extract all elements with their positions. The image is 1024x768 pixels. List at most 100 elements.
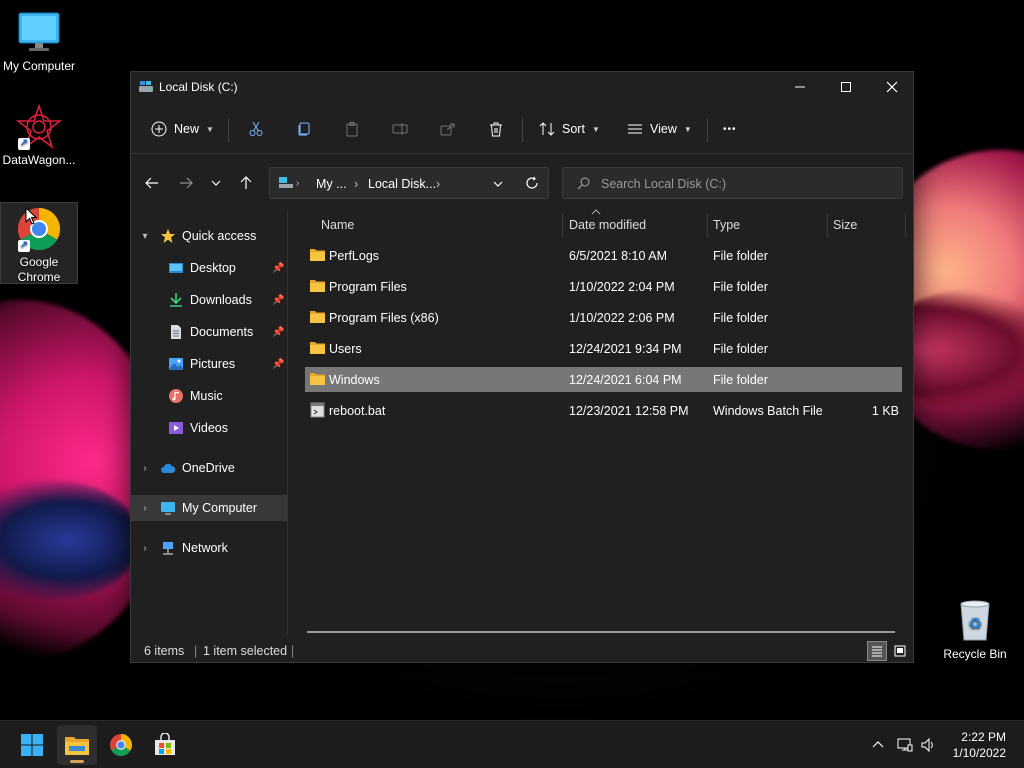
file-type: File folder: [713, 280, 768, 294]
column-divider[interactable]: [562, 213, 563, 237]
cut-button[interactable]: [248, 112, 264, 146]
desktop-icon-label: My Computer: [2, 59, 76, 73]
document-icon: [171, 325, 181, 339]
file-row[interactable]: Windows 12/24/2021 6:04 PM File folder: [305, 367, 902, 392]
file-row[interactable]: Program Files (x86) 1/10/2022 2:06 PM File…: [305, 305, 902, 330]
file-date-modified: 6/5/2021 8:10 AM: [569, 249, 667, 263]
file-row[interactable]: Users 12/24/2021 9:34 PM File folder: [305, 336, 902, 361]
nav-label: Documents: [190, 325, 254, 339]
music-icon: [169, 389, 183, 403]
column-divider[interactable]: [905, 213, 906, 237]
taskbar-file-explorer[interactable]: [57, 725, 97, 765]
paste-button[interactable]: [344, 112, 360, 146]
column-divider[interactable]: [827, 213, 828, 237]
taskbar: 2:22 PM 1/10/2022: [0, 720, 1024, 768]
chevron-right-icon: ›: [143, 542, 147, 554]
close-button[interactable]: [869, 72, 915, 102]
column-header-date-modified[interactable]: Date modified: [569, 211, 646, 239]
nav-pictures[interactable]: Pictures 📌: [131, 351, 287, 377]
thumbnail-view-button[interactable]: [890, 641, 910, 661]
rename-button[interactable]: [392, 112, 408, 146]
maximize-button[interactable]: [823, 72, 869, 102]
nav-label: Quick access: [182, 229, 257, 243]
taskbar-google-chrome[interactable]: [101, 725, 141, 765]
column-header-name[interactable]: Name: [321, 211, 354, 239]
trash-icon: [490, 122, 502, 137]
nav-videos[interactable]: Videos: [131, 415, 287, 441]
scissors-icon: [249, 121, 263, 136]
search-input[interactable]: [601, 175, 891, 193]
toolbar-divider: [522, 118, 523, 142]
address-bar[interactable]: › My ... › Local Disk... ›: [269, 167, 549, 199]
desktop-icon-google-chrome[interactable]: ↗ Google Chrome: [0, 202, 78, 284]
nav-label: Desktop: [190, 261, 236, 275]
nav-downloads[interactable]: Downloads 📌: [131, 287, 287, 313]
chevron-down-icon: ▼: [206, 124, 214, 134]
sort-button-label: Sort: [562, 122, 585, 136]
desktop-icon-recycle-bin[interactable]: ♻ Recycle Bin: [936, 598, 1014, 662]
file-row[interactable]: PerfLogs 6/5/2021 8:10 AM File folder: [305, 243, 902, 268]
view-button-label: View: [650, 122, 677, 136]
file-row[interactable]: Program Files 1/10/2022 2:04 PM File folde…: [305, 274, 902, 299]
file-date-modified: 1/10/2022 2:04 PM: [569, 280, 675, 294]
star-icon: [161, 229, 175, 243]
nav-documents[interactable]: Documents 📌: [131, 319, 287, 345]
arrow-left-icon: [145, 177, 158, 189]
title-bar[interactable]: Local Disk (C:): [131, 72, 913, 102]
back-button[interactable]: [139, 170, 165, 196]
new-button[interactable]: New ▼: [151, 112, 214, 146]
system-clock[interactable]: 2:22 PM 1/10/2022: [953, 729, 1006, 761]
horizontal-scrollbar[interactable]: [307, 631, 895, 633]
column-header-type[interactable]: Type: [713, 211, 740, 239]
more-options-button[interactable]: •••: [723, 112, 737, 146]
start-button[interactable]: [12, 725, 52, 765]
search-box[interactable]: [562, 167, 903, 199]
pin-icon: 📌: [272, 294, 285, 306]
svg-text:♻: ♻: [968, 614, 982, 633]
recent-locations-button[interactable]: [203, 170, 229, 196]
ethernet-icon: [897, 738, 913, 752]
speaker-icon: [921, 737, 933, 753]
column-header-size[interactable]: Size: [833, 211, 857, 239]
file-date-modified: 12/24/2021 6:04 PM: [569, 373, 682, 387]
file-name: Program Files (x86): [329, 311, 439, 325]
network-status-button[interactable]: [895, 735, 915, 755]
show-hidden-icons-button[interactable]: [868, 735, 888, 755]
download-icon: [170, 293, 182, 307]
sort-button[interactable]: Sort ▼: [539, 112, 600, 146]
paste-icon: [346, 122, 358, 137]
nav-desktop[interactable]: Desktop 📌: [131, 255, 287, 281]
navigation-pane: ▾ Quick access Desktop 📌 Downloads 📌 Doc…: [131, 211, 288, 635]
taskbar-microsoft-store[interactable]: [145, 725, 185, 765]
delete-button[interactable]: [488, 112, 504, 146]
column-divider[interactable]: [707, 213, 708, 237]
monitor-icon: [16, 10, 62, 56]
nav-my-computer[interactable]: › My Computer: [131, 495, 287, 521]
up-button[interactable]: [233, 170, 259, 196]
desktop-icon-datawagon[interactable]: ↗ DataWagon...: [0, 103, 78, 168]
pin-icon: 📌: [272, 326, 285, 338]
forward-button[interactable]: [173, 170, 199, 196]
nav-music[interactable]: Music: [131, 383, 287, 409]
file-date-modified: 1/10/2022 2:06 PM: [569, 311, 675, 325]
details-view-button[interactable]: [867, 641, 887, 661]
breadcrumb-my-computer[interactable]: My ...: [316, 177, 347, 191]
nav-network[interactable]: › Network: [131, 535, 287, 561]
item-count: 6 items: [144, 644, 185, 658]
desktop-icon-my-computer[interactable]: My Computer: [0, 10, 78, 74]
nav-onedrive[interactable]: › OneDrive: [131, 455, 287, 481]
file-row[interactable]: reboot.bat 12/23/2021 12:58 PM Windows Bat…: [305, 398, 902, 423]
share-button[interactable]: [440, 112, 456, 146]
nav-quick-access[interactable]: ▾ Quick access: [131, 223, 287, 249]
minimize-button[interactable]: [777, 72, 823, 102]
breadcrumb-local-disk[interactable]: Local Disk...: [368, 177, 436, 191]
toolbar-divider: [707, 118, 708, 142]
rename-icon: [392, 123, 408, 135]
copy-icon: [298, 122, 310, 136]
copy-button[interactable]: [296, 112, 312, 146]
batch-file-icon: [310, 402, 325, 418]
volume-button[interactable]: [918, 735, 938, 755]
chevron-down-icon[interactable]: [492, 178, 504, 190]
view-button[interactable]: View ▼: [627, 112, 692, 146]
refresh-icon[interactable]: [525, 176, 539, 190]
